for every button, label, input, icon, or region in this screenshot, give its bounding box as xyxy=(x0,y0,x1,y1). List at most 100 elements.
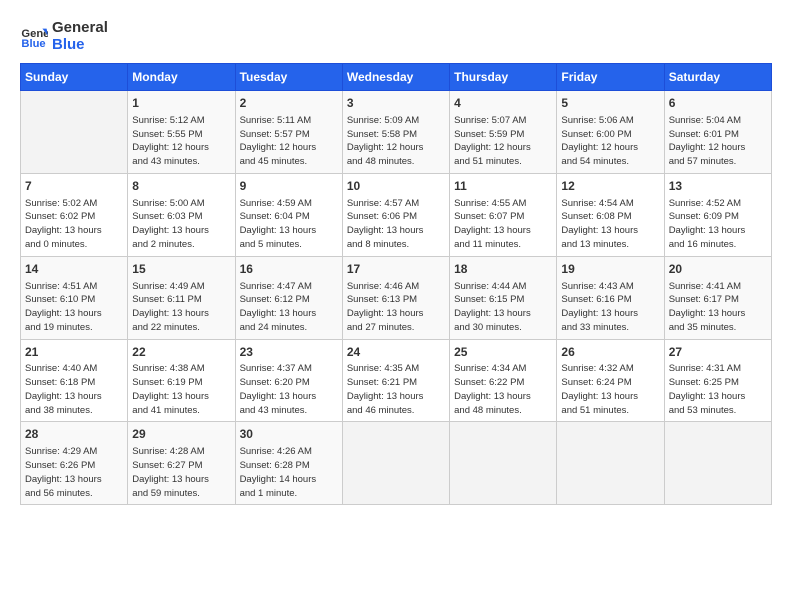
day-info: Sunrise: 4:57 AMSunset: 6:06 PMDaylight:… xyxy=(347,197,445,252)
day-cell: 1 Sunrise: 5:12 AMSunset: 5:55 PMDaylight… xyxy=(128,91,235,174)
day-cell: 25Sunrise: 4:34 AMSunset: 6:22 PMDayligh… xyxy=(450,339,557,422)
day-info: Sunrise: 4:55 AMSunset: 6:07 PMDaylight:… xyxy=(454,197,552,252)
day-info: Sunrise: 4:47 AMSunset: 6:12 PMDaylight:… xyxy=(240,280,338,335)
day-info: Sunrise: 4:26 AMSunset: 6:28 PMDaylight:… xyxy=(240,445,338,500)
day-cell: 27Sunrise: 4:31 AMSunset: 6:25 PMDayligh… xyxy=(664,339,771,422)
day-info: Sunrise: 4:43 AMSunset: 6:16 PMDaylight:… xyxy=(561,280,659,335)
day-info: Sunrise: 4:41 AMSunset: 6:17 PMDaylight:… xyxy=(669,280,767,335)
day-number: 27 xyxy=(669,344,767,361)
day-number: 22 xyxy=(132,344,230,361)
day-info: Sunrise: 4:28 AMSunset: 6:27 PMDaylight:… xyxy=(132,445,230,500)
calendar-table: SundayMondayTuesdayWednesdayThursdayFrid… xyxy=(20,63,772,505)
day-number: 21 xyxy=(25,344,123,361)
day-info: Sunrise: 4:46 AMSunset: 6:13 PMDaylight:… xyxy=(347,280,445,335)
day-number: 1 xyxy=(132,95,230,112)
week-row-1: 1 Sunrise: 5:12 AMSunset: 5:55 PMDaylight… xyxy=(21,91,772,174)
day-info: Sunrise: 4:59 AMSunset: 6:04 PMDaylight:… xyxy=(240,197,338,252)
day-info: Sunrise: 4:37 AMSunset: 6:20 PMDaylight:… xyxy=(240,362,338,417)
day-info: Sunrise: 4:51 AMSunset: 6:10 PMDaylight:… xyxy=(25,280,123,335)
week-row-3: 14 Sunrise: 4:51 AMSunset: 6:10 PMDayligh… xyxy=(21,256,772,339)
week-row-4: 21Sunrise: 4:40 AMSunset: 6:18 PMDayligh… xyxy=(21,339,772,422)
header-cell-tuesday: Tuesday xyxy=(235,64,342,91)
day-cell: 3Sunrise: 5:09 AMSunset: 5:58 PMDaylight… xyxy=(342,91,449,174)
day-number: 19 xyxy=(561,261,659,278)
day-cell: 11 Sunrise: 4:55 AMSunset: 6:07 PMDayligh… xyxy=(450,173,557,256)
day-cell: 6 Sunrise: 5:04 AMSunset: 6:01 PMDaylight… xyxy=(664,91,771,174)
header-cell-friday: Friday xyxy=(557,64,664,91)
day-info: Sunrise: 5:00 AMSunset: 6:03 PMDaylight:… xyxy=(132,197,230,252)
day-info: Sunrise: 4:52 AMSunset: 6:09 PMDaylight:… xyxy=(669,197,767,252)
calendar-header: SundayMondayTuesdayWednesdayThursdayFrid… xyxy=(21,64,772,91)
day-number: 10 xyxy=(347,178,445,195)
day-cell: 12 Sunrise: 4:54 AMSunset: 6:08 PMDayligh… xyxy=(557,173,664,256)
day-cell: 7 Sunrise: 5:02 AMSunset: 6:02 PMDaylight… xyxy=(21,173,128,256)
day-cell: 24Sunrise: 4:35 AMSunset: 6:21 PMDayligh… xyxy=(342,339,449,422)
day-number: 11 xyxy=(454,178,552,195)
day-cell: 22Sunrise: 4:38 AMSunset: 6:19 PMDayligh… xyxy=(128,339,235,422)
day-cell: 19 Sunrise: 4:43 AMSunset: 6:16 PMDayligh… xyxy=(557,256,664,339)
day-cell: 10 Sunrise: 4:57 AMSunset: 6:06 PMDayligh… xyxy=(342,173,449,256)
day-cell: 18 Sunrise: 4:44 AMSunset: 6:15 PMDayligh… xyxy=(450,256,557,339)
header-cell-wednesday: Wednesday xyxy=(342,64,449,91)
day-info: Sunrise: 5:06 AMSunset: 6:00 PMDaylight:… xyxy=(561,114,659,169)
day-number: 15 xyxy=(132,261,230,278)
day-cell: 28Sunrise: 4:29 AMSunset: 6:26 PMDayligh… xyxy=(21,422,128,505)
header-cell-monday: Monday xyxy=(128,64,235,91)
day-cell: 21Sunrise: 4:40 AMSunset: 6:18 PMDayligh… xyxy=(21,339,128,422)
day-cell: 20 Sunrise: 4:41 AMSunset: 6:17 PMDayligh… xyxy=(664,256,771,339)
day-cell: 5Sunrise: 5:06 AMSunset: 6:00 PMDaylight… xyxy=(557,91,664,174)
day-number: 13 xyxy=(669,178,767,195)
day-info: Sunrise: 5:02 AMSunset: 6:02 PMDaylight:… xyxy=(25,197,123,252)
day-info: Sunrise: 4:29 AMSunset: 6:26 PMDaylight:… xyxy=(25,445,123,500)
calendar-body: 1 Sunrise: 5:12 AMSunset: 5:55 PMDaylight… xyxy=(21,91,772,505)
header-cell-sunday: Sunday xyxy=(21,64,128,91)
day-info: Sunrise: 5:11 AMSunset: 5:57 PMDaylight:… xyxy=(240,114,338,169)
day-cell: 8 Sunrise: 5:00 AMSunset: 6:03 PMDaylight… xyxy=(128,173,235,256)
day-cell: 23Sunrise: 4:37 AMSunset: 6:20 PMDayligh… xyxy=(235,339,342,422)
day-cell: 29 Sunrise: 4:28 AMSunset: 6:27 PMDayligh… xyxy=(128,422,235,505)
day-number: 24 xyxy=(347,344,445,361)
day-info: Sunrise: 5:12 AMSunset: 5:55 PMDaylight:… xyxy=(132,114,230,169)
day-cell: 2 Sunrise: 5:11 AMSunset: 5:57 PMDaylight… xyxy=(235,91,342,174)
day-number: 18 xyxy=(454,261,552,278)
week-row-2: 7 Sunrise: 5:02 AMSunset: 6:02 PMDaylight… xyxy=(21,173,772,256)
day-cell: 13 Sunrise: 4:52 AMSunset: 6:09 PMDayligh… xyxy=(664,173,771,256)
logo-icon: General Blue xyxy=(20,23,48,51)
day-cell: 4Sunrise: 5:07 AMSunset: 5:59 PMDaylight… xyxy=(450,91,557,174)
day-number: 29 xyxy=(132,426,230,443)
day-number: 16 xyxy=(240,261,338,278)
day-cell xyxy=(557,422,664,505)
day-number: 6 xyxy=(669,95,767,112)
day-cell xyxy=(21,91,128,174)
logo-general: General xyxy=(52,19,108,36)
day-info: Sunrise: 4:49 AMSunset: 6:11 PMDaylight:… xyxy=(132,280,230,335)
day-number: 2 xyxy=(240,95,338,112)
day-cell: 15 Sunrise: 4:49 AMSunset: 6:11 PMDayligh… xyxy=(128,256,235,339)
day-info: Sunrise: 4:54 AMSunset: 6:08 PMDaylight:… xyxy=(561,197,659,252)
day-cell xyxy=(342,422,449,505)
header-cell-saturday: Saturday xyxy=(664,64,771,91)
header-row: SundayMondayTuesdayWednesdayThursdayFrid… xyxy=(21,64,772,91)
day-info: Sunrise: 4:34 AMSunset: 6:22 PMDaylight:… xyxy=(454,362,552,417)
day-number: 7 xyxy=(25,178,123,195)
day-cell xyxy=(664,422,771,505)
header-cell-thursday: Thursday xyxy=(450,64,557,91)
day-number: 12 xyxy=(561,178,659,195)
day-number: 8 xyxy=(132,178,230,195)
logo-blue: Blue xyxy=(52,36,85,53)
day-cell xyxy=(450,422,557,505)
day-number: 17 xyxy=(347,261,445,278)
day-info: Sunrise: 4:44 AMSunset: 6:15 PMDaylight:… xyxy=(454,280,552,335)
day-cell: 9 Sunrise: 4:59 AMSunset: 6:04 PMDaylight… xyxy=(235,173,342,256)
logo: General Blue General Blue xyxy=(20,20,108,53)
day-number: 26 xyxy=(561,344,659,361)
day-info: Sunrise: 4:35 AMSunset: 6:21 PMDaylight:… xyxy=(347,362,445,417)
day-info: Sunrise: 4:32 AMSunset: 6:24 PMDaylight:… xyxy=(561,362,659,417)
day-info: Sunrise: 5:07 AMSunset: 5:59 PMDaylight:… xyxy=(454,114,552,169)
day-cell: 16 Sunrise: 4:47 AMSunset: 6:12 PMDayligh… xyxy=(235,256,342,339)
day-info: Sunrise: 5:04 AMSunset: 6:01 PMDaylight:… xyxy=(669,114,767,169)
week-row-5: 28Sunrise: 4:29 AMSunset: 6:26 PMDayligh… xyxy=(21,422,772,505)
day-number: 14 xyxy=(25,261,123,278)
day-number: 9 xyxy=(240,178,338,195)
day-number: 20 xyxy=(669,261,767,278)
